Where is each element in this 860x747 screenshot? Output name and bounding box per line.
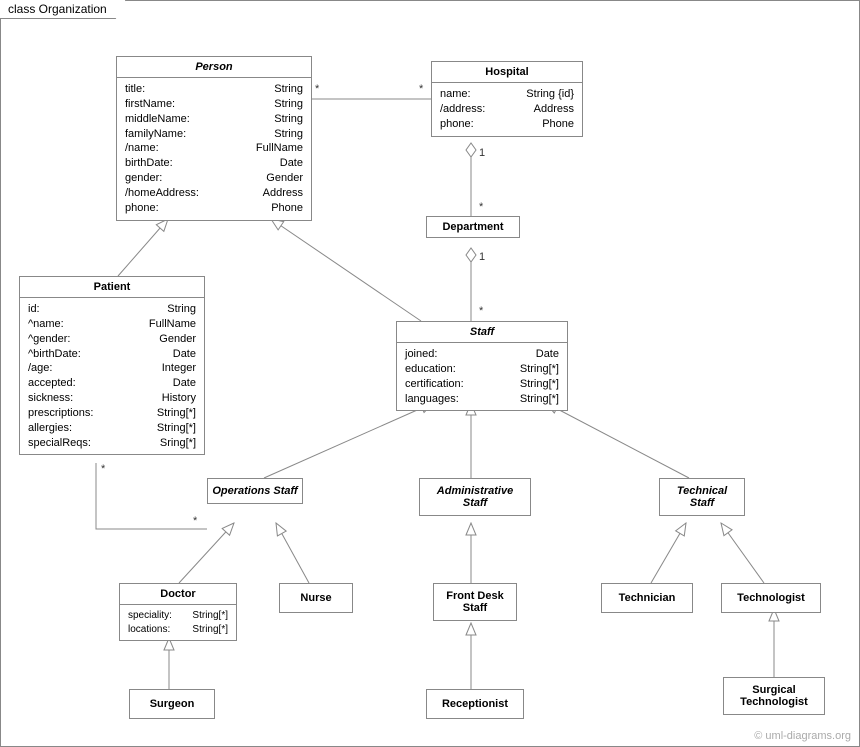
class-title: Staff	[397, 322, 567, 343]
watermark: © uml-diagrams.org	[754, 730, 851, 742]
class-title: Person	[117, 57, 311, 78]
class-surgical-technologist: Surgical Technologist	[723, 677, 825, 715]
attribute-row: ^name:FullName	[28, 317, 196, 332]
class-attrs: id:String^name:FullName^gender:Gender^bi…	[20, 298, 204, 454]
attribute-row: name:String {id}	[440, 87, 574, 102]
mult-person-hospital-left: *	[315, 83, 319, 95]
class-title: Administrative Staff	[420, 479, 530, 515]
attribute-row: prescriptions:String[*]	[28, 406, 196, 421]
attribute-row: /age:Integer	[28, 361, 196, 376]
attribute-row: /address:Address	[440, 102, 574, 117]
class-administrative-staff: Administrative Staff	[419, 478, 531, 516]
class-title: Hospital	[432, 62, 582, 83]
class-attrs: speciality:String[*]locations:String[*]	[120, 605, 236, 640]
class-operations-staff: Operations Staff	[207, 478, 303, 504]
class-person: Person title:StringfirstName:Stringmiddl…	[116, 56, 312, 221]
attribute-row: gender:Gender	[125, 171, 303, 186]
class-title: Doctor	[120, 584, 236, 605]
attribute-row: ^gender:Gender	[28, 332, 196, 347]
class-nurse: Nurse	[279, 583, 353, 613]
attribute-row: sickness:History	[28, 391, 196, 406]
attribute-row: /homeAddress:Address	[125, 186, 303, 201]
class-title: Operations Staff	[208, 479, 302, 503]
attribute-row: phone:Phone	[440, 117, 574, 132]
attribute-row: languages:String[*]	[405, 392, 559, 407]
class-title: Technician	[602, 584, 692, 612]
diagram-frame: class Organization	[0, 0, 860, 747]
class-title: Front Desk Staff	[434, 584, 516, 620]
class-frontdesk: Front Desk Staff	[433, 583, 517, 621]
class-title: Department	[427, 217, 519, 237]
class-doctor: Doctor speciality:String[*]locations:Str…	[119, 583, 237, 641]
attribute-row: middleName:String	[125, 112, 303, 127]
attribute-row: id:String	[28, 302, 196, 317]
mult-dept-staff-one: 1	[479, 251, 485, 263]
class-receptionist: Receptionist	[426, 689, 524, 719]
attribute-row: education:String[*]	[405, 362, 559, 377]
class-title: Patient	[20, 277, 204, 298]
class-attrs: name:String {id}/address:Addressphone:Ph…	[432, 83, 582, 136]
class-title: Nurse	[280, 584, 352, 612]
class-title: Surgical Technologist	[724, 678, 824, 714]
frame-label: class Organization	[0, 0, 126, 19]
class-attrs: joined:Dateeducation:String[*]certificat…	[397, 343, 567, 410]
attribute-row: accepted:Date	[28, 376, 196, 391]
attribute-row: certification:String[*]	[405, 377, 559, 392]
attribute-row: joined:Date	[405, 347, 559, 362]
class-technical-staff: Technical Staff	[659, 478, 745, 516]
class-technician: Technician	[601, 583, 693, 613]
attribute-row: locations:String[*]	[128, 623, 228, 637]
class-title: Surgeon	[130, 690, 214, 718]
mult-patient-ops-right: *	[193, 515, 197, 527]
class-patient: Patient id:String^name:FullName^gender:G…	[19, 276, 205, 455]
class-attrs: title:StringfirstName:StringmiddleName:S…	[117, 78, 311, 220]
attribute-row: allergies:String[*]	[28, 421, 196, 436]
attribute-row: speciality:String[*]	[128, 609, 228, 623]
class-hospital: Hospital name:String {id}/address:Addres…	[431, 61, 583, 137]
attribute-row: birthDate:Date	[125, 156, 303, 171]
class-title: Technical Staff	[660, 479, 744, 515]
mult-hosp-dept-one: 1	[479, 147, 485, 159]
class-surgeon: Surgeon	[129, 689, 215, 719]
attribute-row: familyName:String	[125, 127, 303, 142]
mult-hosp-dept-many: *	[479, 201, 483, 213]
attribute-row: title:String	[125, 82, 303, 97]
attribute-row: /name:FullName	[125, 141, 303, 156]
attribute-row: ^birthDate:Date	[28, 347, 196, 362]
class-title: Receptionist	[427, 690, 523, 718]
class-technologist: Technologist	[721, 583, 821, 613]
attribute-row: phone:Phone	[125, 201, 303, 216]
attribute-row: specialReqs:Sring[*]	[28, 436, 196, 451]
class-staff: Staff joined:Dateeducation:String[*]cert…	[396, 321, 568, 411]
attribute-row: firstName:String	[125, 97, 303, 112]
class-department: Department	[426, 216, 520, 238]
mult-patient-ops-left: *	[101, 463, 105, 475]
mult-person-hospital-right: *	[419, 83, 423, 95]
class-title: Technologist	[722, 584, 820, 612]
mult-dept-staff-many: *	[479, 305, 483, 317]
